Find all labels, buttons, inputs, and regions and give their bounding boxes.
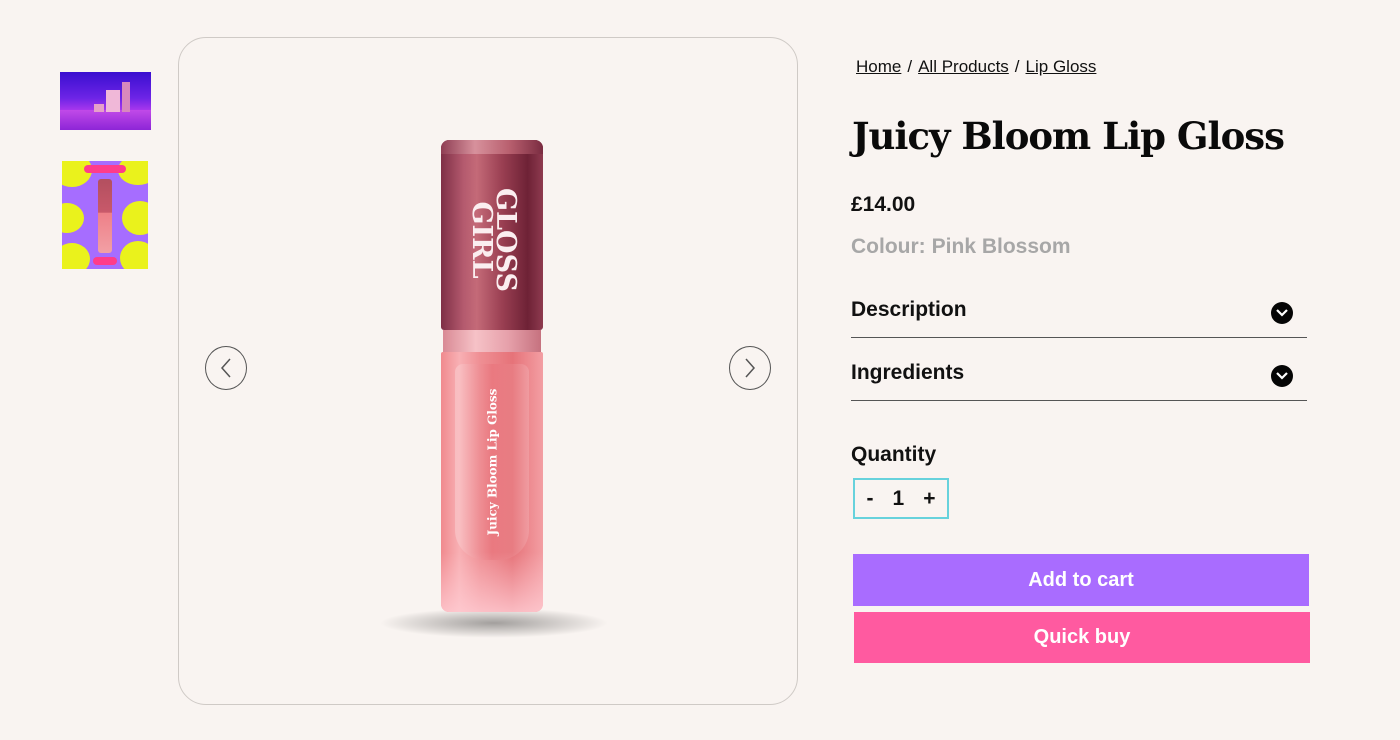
thumbnail-tag [93, 257, 117, 265]
chevron-right-icon [745, 358, 756, 378]
thumbnail-1[interactable] [60, 72, 151, 130]
colour-label: Colour: [851, 235, 926, 258]
product-image: GLOSS GIRL Juicy Bloom Lip Gloss [441, 140, 543, 616]
thumbnail-2[interactable] [62, 161, 148, 269]
quick-buy-button[interactable]: Quick buy [854, 612, 1310, 663]
chevron-down-icon [1271, 302, 1293, 324]
quantity-label: Quantity [851, 443, 937, 466]
product-body-text: Juicy Bloom Lip Gloss [485, 388, 500, 536]
product-image-gallery: GLOSS GIRL Juicy Bloom Lip Gloss [178, 37, 798, 705]
product-collar [443, 330, 541, 352]
ingredients-accordion[interactable]: Ingredients [851, 353, 1307, 401]
ingredients-label: Ingredients [851, 361, 965, 384]
thumbnail-blob [122, 201, 148, 235]
gallery-next-button[interactable] [729, 346, 771, 390]
breadcrumb-lip-gloss[interactable]: Lip Gloss [1026, 57, 1097, 77]
quantity-decrease-button[interactable]: - [863, 487, 878, 511]
thumbnail-blob [62, 243, 90, 269]
thumbnail-floor [60, 110, 151, 130]
quantity-stepper: - 1 + [853, 478, 949, 519]
description-accordion[interactable]: Description [851, 290, 1307, 338]
product-cap-top [441, 140, 543, 154]
chevron-down-icon [1271, 365, 1293, 387]
thumbnail-prop [122, 82, 130, 112]
colour-value: Pink Blossom [931, 235, 1071, 258]
product-title: Juicy Bloom Lip Gloss [852, 114, 1285, 158]
thumbnail-tag [84, 165, 126, 173]
breadcrumb-home[interactable]: Home [856, 57, 901, 77]
add-to-cart-button[interactable]: Add to cart [853, 554, 1309, 606]
gallery-prev-button[interactable] [205, 346, 247, 390]
quantity-value[interactable]: 1 [893, 487, 905, 511]
product-colour: Colour: Pink Blossom [851, 235, 1071, 259]
brand-logo-text: GLOSS GIRL [466, 188, 521, 292]
product-body: Juicy Bloom Lip Gloss [441, 352, 543, 612]
quantity-increase-button[interactable]: + [919, 487, 939, 511]
product-body-label: Juicy Bloom Lip Gloss [455, 382, 529, 542]
product-body-base [441, 552, 543, 612]
breadcrumb-separator: / [1014, 57, 1020, 76]
breadcrumb: Home / All Products / Lip Gloss [856, 57, 1096, 77]
product-price: £14.00 [851, 193, 916, 216]
thumbnail-prop [106, 90, 120, 112]
breadcrumb-all-products[interactable]: All Products [918, 57, 1009, 77]
thumbnail-prop [94, 104, 104, 112]
thumbnail-blob [62, 203, 84, 233]
thumbnail-blob [120, 241, 148, 269]
breadcrumb-separator: / [907, 57, 913, 76]
description-label: Description [851, 298, 967, 321]
product-cap: GLOSS GIRL [441, 140, 543, 330]
product-cap-label: GLOSS GIRL [463, 180, 523, 300]
chevron-left-icon [220, 358, 231, 378]
thumbnail-product [98, 179, 112, 253]
